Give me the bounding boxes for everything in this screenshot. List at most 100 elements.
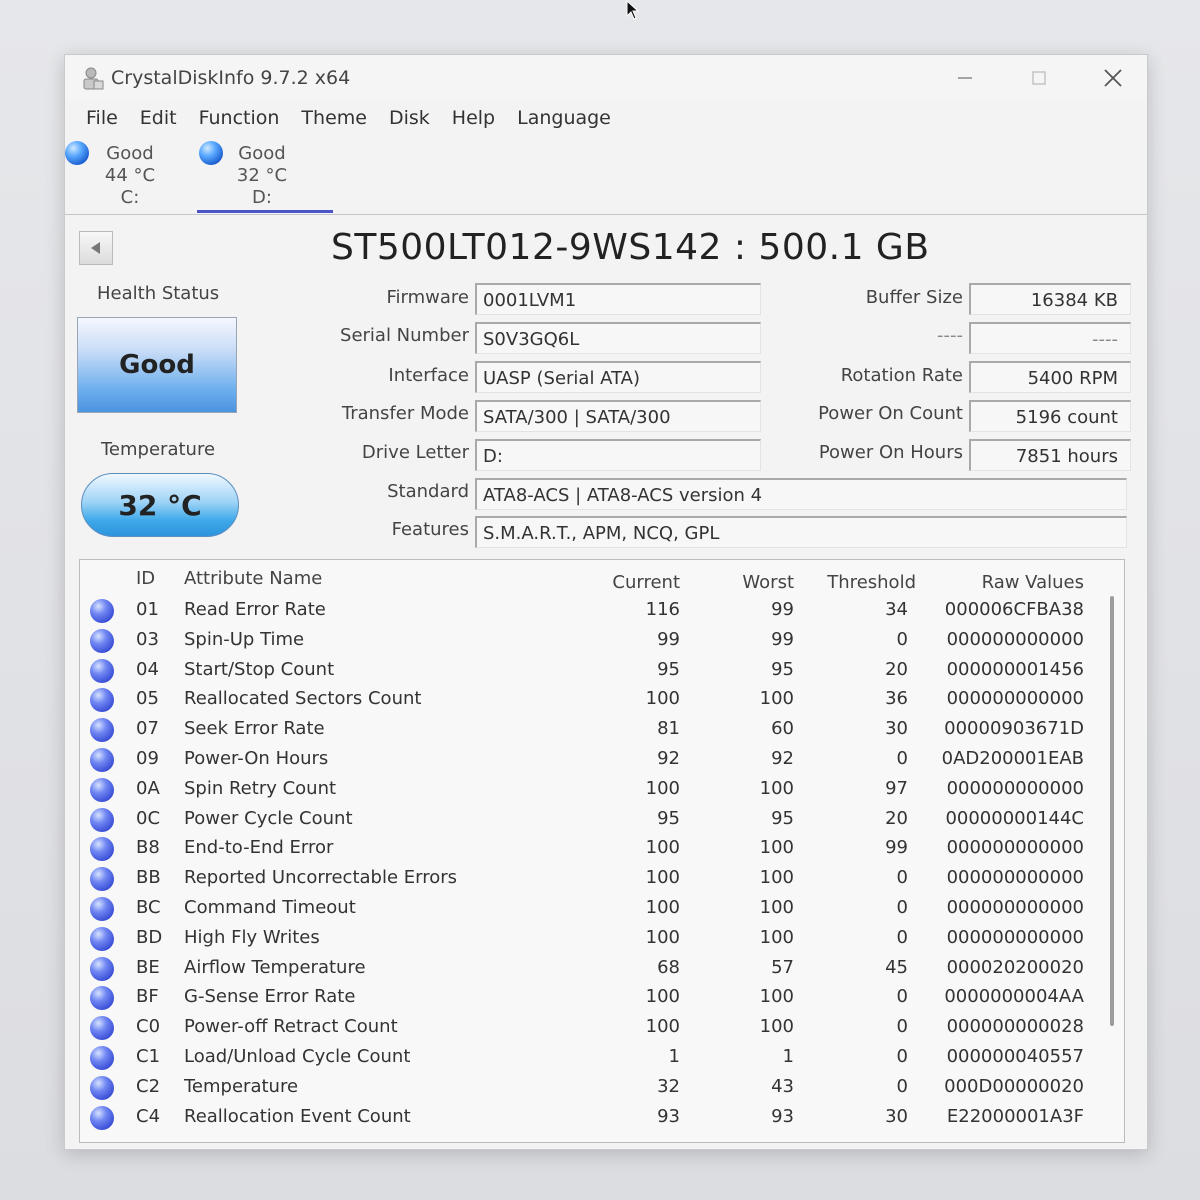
worst-value: 60 <box>771 718 794 740</box>
header-raw-values[interactable]: Raw Values <box>920 572 1084 593</box>
table-row[interactable]: 0C Power Cycle Count 95 95 20 00000000144C <box>80 805 1124 835</box>
drive-tab-d[interactable]: Good 32 °C D: <box>197 137 333 213</box>
minimize-icon <box>958 77 972 79</box>
table-row[interactable]: 09 Power-On Hours 92 92 0 0AD200001EAB <box>80 745 1124 775</box>
threshold-value: 0 <box>896 897 908 918</box>
table-row[interactable]: BF G-Sense Error Rate 100 100 0 0000000004AA <box>80 983 1124 1013</box>
current-value: 99 <box>657 628 680 650</box>
table-row[interactable]: 01 Read Error Rate 116 99 34 000006CFBA38 <box>80 596 1124 626</box>
rotation-rate-label: Rotation Rate <box>840 365 963 386</box>
attribute-id: 04 <box>136 658 159 680</box>
table-row[interactable]: BC Command Timeout 100 100 0 000000000000 <box>80 894 1124 924</box>
table-row[interactable]: C0 Power-off Retract Count 100 100 0 00000000… <box>80 1013 1124 1043</box>
worst-value: 100 <box>759 897 794 918</box>
table-row[interactable]: 07 Seek Error Rate 81 60 30 00000903671D <box>80 715 1124 745</box>
health-status-button[interactable]: Good <box>77 317 237 413</box>
attribute-id: BF <box>136 986 159 1008</box>
header-attribute-name[interactable]: Attribute Name <box>184 568 322 589</box>
attribute-id: BD <box>136 926 163 948</box>
header-id[interactable]: ID <box>136 568 155 589</box>
mouse-cursor-icon <box>626 0 640 20</box>
header-current[interactable]: Current <box>580 572 680 593</box>
attribute-name: Spin Retry Count <box>184 777 337 799</box>
serial-number-value: S0V3GQ6L <box>475 322 761 354</box>
menu-language[interactable]: Language <box>506 103 622 135</box>
temperature-button[interactable]: 32 °C <box>81 473 239 537</box>
serial-number-label: Serial Number <box>340 325 469 346</box>
worst-value: 100 <box>759 688 794 710</box>
power-on-count-label: Power On Count <box>818 403 963 424</box>
status-dot-icon <box>90 986 114 1011</box>
table-row[interactable]: B8 End-to-End Error 100 100 99 000000000000 <box>80 834 1124 864</box>
header-worst[interactable]: Worst <box>700 572 794 593</box>
menu-bar: File Edit Function Theme Disk Help Langu… <box>65 103 1147 135</box>
menu-edit[interactable]: Edit <box>129 103 188 135</box>
model-title: ST500LT012-9WS142 : 500.1 GB <box>331 227 930 268</box>
raw-value: 00000000144C <box>945 807 1084 829</box>
table-scrollbar[interactable] <box>1110 596 1114 1026</box>
status-dot-icon <box>90 807 114 832</box>
threshold-value: 20 <box>885 658 908 680</box>
status-dot-icon <box>90 837 114 862</box>
table-row[interactable]: 04 Start/Stop Count 95 95 20 000000001456 <box>80 656 1124 686</box>
worst-value: 100 <box>759 986 794 1008</box>
table-row[interactable]: BD High Fly Writes 100 100 0 000000000000 <box>80 924 1124 954</box>
drive-selector-bar: Good 44 °C C: Good 32 °C D: <box>65 135 1147 215</box>
table-row[interactable]: C1 Load/Unload Cycle Count 1 1 0 000000040557 <box>80 1043 1124 1073</box>
table-row[interactable]: 0A Spin Retry Count 100 100 97 000000000000 <box>80 775 1124 805</box>
status-dot-icon <box>90 628 114 653</box>
title-bar: CrystalDiskInfo 9.7.2 x64 <box>65 55 1147 101</box>
current-value: 1 <box>668 1046 680 1067</box>
drive-tab-c[interactable]: Good 44 °C C: <box>65 137 201 213</box>
app-window: CrystalDiskInfo 9.7.2 x64 File Edit Func… <box>64 54 1148 1150</box>
attribute-name: Load/Unload Cycle Count <box>184 1046 411 1067</box>
table-row[interactable]: C4 Reallocation Event Count 93 93 30 E2200000… <box>80 1103 1124 1133</box>
table-row[interactable]: C2 Temperature 32 43 0 000D00000020 <box>80 1073 1124 1103</box>
table-row[interactable]: 05 Reallocated Sectors Count 100 100 36 00000… <box>80 685 1124 715</box>
power-on-count-value: 5196 count <box>969 400 1131 432</box>
threshold-value: 0 <box>896 867 908 889</box>
header-threshold[interactable]: Threshold <box>810 572 916 593</box>
table-row[interactable]: BE Airflow Temperature 68 57 45 000020200020 <box>80 954 1124 984</box>
attribute-id: B8 <box>136 837 160 859</box>
buffer-size-value: 16384 KB <box>969 283 1131 315</box>
status-dot-icon <box>90 1075 114 1100</box>
threshold-value: 0 <box>896 926 908 948</box>
table-row[interactable]: 03 Spin-Up Time 99 99 0 000000000000 <box>80 626 1124 656</box>
status-dot-icon <box>90 1046 114 1070</box>
menu-file[interactable]: File <box>75 103 129 135</box>
attribute-id: BC <box>136 897 161 918</box>
raw-value: 00000903671D <box>944 718 1084 740</box>
maximize-button[interactable] <box>1009 61 1069 95</box>
worst-value: 1 <box>782 1046 794 1067</box>
current-value: 68 <box>657 956 680 978</box>
smart-attributes-table[interactable]: ID Attribute Name Current Worst Threshol… <box>79 559 1125 1143</box>
worst-value: 95 <box>771 807 794 829</box>
status-dot-icon <box>90 718 114 743</box>
menu-disk[interactable]: Disk <box>378 103 441 135</box>
attribute-name: Reallocation Event Count <box>184 1105 411 1127</box>
transfer-mode-value: SATA/300 | SATA/300 <box>475 400 761 432</box>
status-dot-icon <box>90 777 114 802</box>
raw-value: 000000000000 <box>946 897 1084 918</box>
menu-help[interactable]: Help <box>441 103 506 135</box>
table-row[interactable]: BB Reported Uncorrectable Errors 100 100 0 00… <box>80 864 1124 894</box>
worst-value: 92 <box>771 748 794 769</box>
attribute-name: Reported Uncorrectable Errors <box>184 867 458 889</box>
status-dot-icon <box>90 658 114 683</box>
threshold-value: 0 <box>896 1016 908 1038</box>
raw-value: 000000000000 <box>946 777 1084 799</box>
menu-function[interactable]: Function <box>188 103 291 135</box>
minimize-button[interactable] <box>935 61 995 95</box>
firmware-value: 0001LVM1 <box>475 283 761 315</box>
drive-temp: 32 °C <box>236 165 288 186</box>
close-button[interactable] <box>1083 61 1143 95</box>
previous-disk-button[interactable] <box>79 231 113 265</box>
interface-label: Interface <box>388 365 469 386</box>
current-value: 100 <box>645 986 680 1008</box>
temperature-label: Temperature <box>101 439 216 460</box>
worst-value: 100 <box>759 777 794 799</box>
current-value: 100 <box>645 688 680 710</box>
raw-value: 000020200020 <box>946 956 1084 978</box>
menu-theme[interactable]: Theme <box>290 103 378 135</box>
